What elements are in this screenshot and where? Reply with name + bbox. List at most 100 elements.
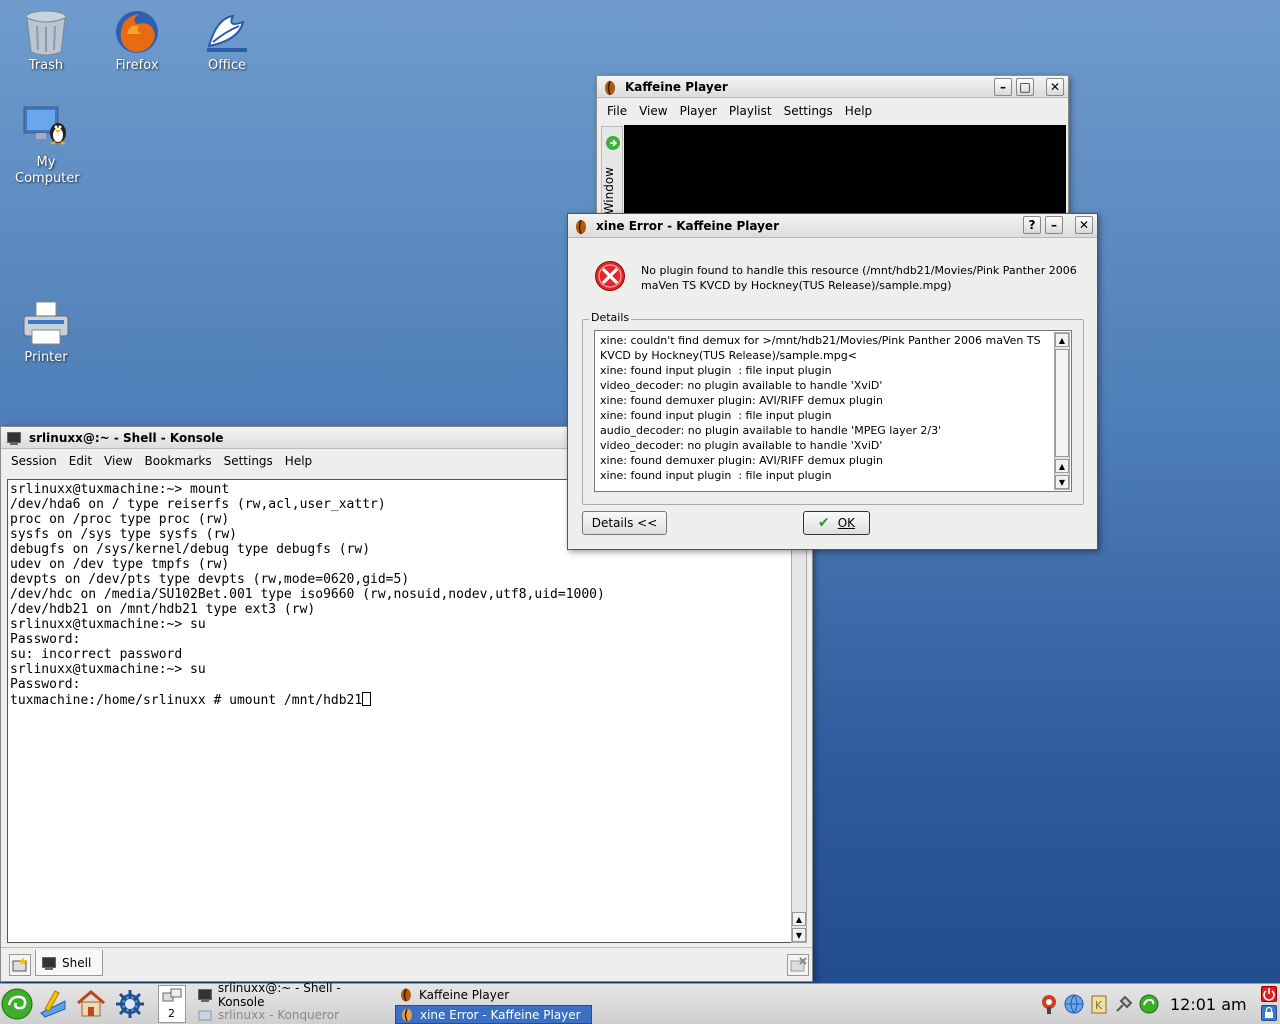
maximize-button[interactable]: □ bbox=[1016, 78, 1034, 96]
terminal-line: /dev/hdc on /media/SU102Bet.001 type iso… bbox=[10, 587, 605, 602]
close-tab-icon bbox=[790, 957, 807, 972]
editor-icon bbox=[40, 990, 66, 1018]
tab-shell[interactable]: Shell bbox=[35, 950, 103, 976]
video-area[interactable] bbox=[624, 125, 1066, 224]
lock-icon bbox=[1265, 1006, 1273, 1018]
desktop-icon-office[interactable]: Office bbox=[187, 8, 267, 74]
details-line: audio_decoder: no plugin available to ha… bbox=[600, 424, 942, 437]
scroll-down-button[interactable]: ▼ bbox=[792, 928, 806, 942]
terminal-line: su: incorrect password bbox=[10, 647, 183, 662]
menu-bookmarks[interactable]: Bookmarks bbox=[139, 454, 218, 468]
details-text-area[interactable]: xine: couldn't find demux for >/mnt/hdb2… bbox=[594, 330, 1072, 492]
plug-icon[interactable] bbox=[1113, 993, 1135, 1015]
lock-screen-button[interactable] bbox=[1261, 1005, 1277, 1021]
scroll-up-button[interactable]: ▲ bbox=[1055, 333, 1069, 347]
desktop-icon-label: Trash bbox=[28, 58, 64, 73]
minimize-button[interactable]: – bbox=[994, 78, 1012, 96]
window-title: srlinuxx@:~ - Shell - Konsole bbox=[29, 430, 224, 445]
home-icon bbox=[77, 990, 105, 1017]
power-icon bbox=[1263, 988, 1275, 1001]
details-line: xine: found input plugin : file input pl… bbox=[600, 364, 832, 377]
suse-gecko-icon bbox=[1, 988, 33, 1020]
menu-settings[interactable]: Settings bbox=[218, 454, 279, 468]
terminal-line: devpts on /dev/pts type devpts (rw,mode=… bbox=[10, 572, 410, 587]
details-line: xine: found input plugin : file input pl… bbox=[600, 469, 832, 482]
new-session-button[interactable] bbox=[9, 954, 31, 976]
terminal-icon bbox=[198, 988, 212, 1002]
system-tray: K bbox=[1038, 993, 1160, 1015]
kaffeine-bean-icon bbox=[402, 1008, 412, 1021]
minimize-button[interactable]: – bbox=[1045, 216, 1063, 234]
task-konsole[interactable]: srlinuxx@:~ - Shell - Konsole bbox=[194, 981, 390, 1009]
desktop-pager[interactable]: 2 bbox=[158, 985, 186, 1023]
checkmark-icon: ✔ bbox=[817, 515, 830, 531]
desktop-icon-my-computer[interactable]: My Computer bbox=[6, 105, 86, 187]
details-line: xine: found input plugin : file input pl… bbox=[600, 409, 832, 422]
dialog-titlebar[interactable]: xine Error - Kaffeine Player ? – ✕ bbox=[568, 214, 1097, 238]
quicklaunch-konqueror[interactable] bbox=[114, 988, 146, 1020]
menu-edit[interactable]: Edit bbox=[63, 454, 98, 468]
kde-menu-button[interactable] bbox=[0, 987, 34, 1021]
kaffeine-bean-icon bbox=[574, 219, 588, 234]
menu-help[interactable]: Help bbox=[839, 104, 878, 118]
clock[interactable]: 12:01 am bbox=[1170, 995, 1247, 1014]
klipper-icon[interactable]: K bbox=[1088, 993, 1110, 1015]
task-xine-error[interactable]: xine Error - Kaffeine Player bbox=[395, 1005, 592, 1024]
kaffeine-titlebar[interactable]: Kaffeine Player – □ ✕ bbox=[597, 76, 1068, 98]
menu-player[interactable]: Player bbox=[674, 104, 723, 118]
suse-watcher-icon[interactable] bbox=[1138, 993, 1160, 1015]
side-tab-window[interactable]: Window bbox=[602, 167, 622, 214]
network-globe-icon[interactable] bbox=[1063, 993, 1085, 1015]
close-session-button[interactable] bbox=[787, 954, 809, 976]
svg-text:K: K bbox=[1095, 999, 1103, 1012]
menu-playlist[interactable]: Playlist bbox=[723, 104, 778, 118]
close-button[interactable]: ✕ bbox=[1075, 216, 1093, 234]
quicklaunch-home[interactable] bbox=[75, 988, 107, 1020]
menu-file[interactable]: File bbox=[601, 104, 633, 118]
firefox-icon bbox=[113, 8, 161, 56]
details-line: KVCD by Hockney(TUS Release)/sample.mpg< bbox=[600, 349, 857, 362]
scroll-thumb[interactable] bbox=[1055, 349, 1069, 457]
terminal-line: srlinuxx@tuxmachine:~> su bbox=[10, 617, 206, 632]
error-dialog[interactable]: xine Error - Kaffeine Player ? – ✕ No pl… bbox=[567, 213, 1098, 550]
error-icon bbox=[594, 260, 626, 295]
start-icon[interactable] bbox=[605, 135, 621, 151]
desktop-icon-label: My Computer bbox=[15, 155, 80, 186]
scroll-down-button[interactable]: ▼ bbox=[1055, 475, 1069, 489]
konqueror-gear-icon bbox=[116, 990, 144, 1018]
terminal-prompt-line: tuxmachine:/home/srlinuxx # umount /mnt/… bbox=[10, 692, 789, 708]
konsole-tabbar: Shell bbox=[1, 947, 812, 981]
scroll-up-button[interactable]: ▲ bbox=[792, 912, 806, 926]
menu-view[interactable]: View bbox=[98, 454, 138, 468]
ok-button[interactable]: ✔ OK bbox=[803, 511, 870, 535]
error-message: No plugin found to handle this resource … bbox=[641, 264, 1077, 292]
kaffeine-window[interactable]: Kaffeine Player – □ ✕ File View Player P… bbox=[596, 75, 1069, 225]
dialog-title: xine Error - Kaffeine Player bbox=[596, 218, 779, 233]
help-button[interactable]: ? bbox=[1023, 216, 1041, 234]
task-konqueror[interactable]: srlinuxx - Konqueror bbox=[194, 1005, 390, 1024]
scroll-up-button[interactable]: ▲ bbox=[1055, 459, 1069, 473]
terminal-line: udev on /dev type tmpfs (rw) bbox=[10, 557, 230, 572]
quicklaunch-editor[interactable] bbox=[37, 989, 69, 1021]
details-toggle-button[interactable]: Details << bbox=[582, 511, 667, 535]
side-panel: Window bbox=[601, 126, 623, 224]
desktop-number: 2 bbox=[168, 1007, 175, 1020]
office-icon bbox=[203, 8, 251, 56]
updater-icon[interactable] bbox=[1038, 993, 1060, 1015]
desktop-icon-firefox[interactable]: Firefox bbox=[97, 8, 177, 74]
task-kaffeine[interactable]: Kaffeine Player bbox=[395, 985, 591, 1004]
taskbar: 2 srlinuxx@:~ - Shell - Konsole srlinuxx… bbox=[0, 981, 1280, 1024]
logout-button[interactable] bbox=[1261, 986, 1277, 1002]
folder-icon bbox=[198, 1010, 212, 1020]
new-tab-icon bbox=[12, 957, 27, 972]
menu-help[interactable]: Help bbox=[279, 454, 318, 468]
details-scrollbar[interactable]: ▲ ▲ ▼ bbox=[1054, 332, 1070, 490]
menu-settings[interactable]: Settings bbox=[778, 104, 839, 118]
terminal-line: /dev/hdb21 on /mnt/hdb21 type ext3 (rw) bbox=[10, 602, 316, 617]
close-button[interactable]: ✕ bbox=[1046, 78, 1064, 96]
menu-session[interactable]: Session bbox=[5, 454, 63, 468]
desktop-icon-printer[interactable]: Printer bbox=[6, 300, 86, 366]
desktop-icon-trash[interactable]: Trash bbox=[6, 8, 86, 74]
pager-icon bbox=[162, 988, 182, 1002]
menu-view[interactable]: View bbox=[633, 104, 673, 118]
